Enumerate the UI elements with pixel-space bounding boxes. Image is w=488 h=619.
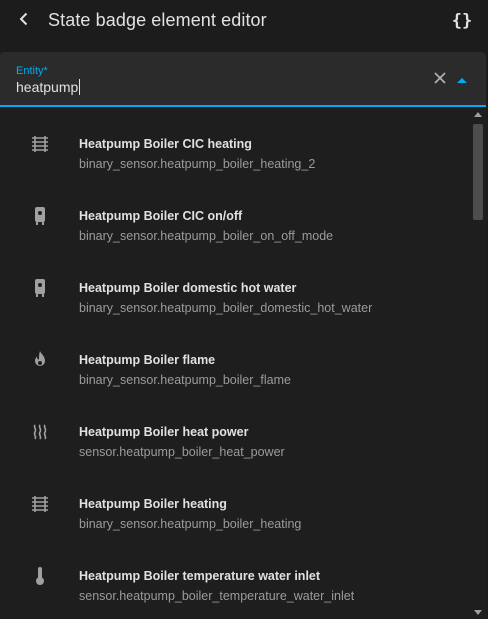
entity-name: Heatpump Boiler heating: [79, 497, 227, 511]
list-item[interactable]: Heatpump Boiler domestic hot water binar…: [0, 252, 470, 324]
clear-button[interactable]: [430, 70, 450, 90]
entity-name: Heatpump Boiler CIC heating: [79, 137, 252, 151]
dialog-header: State badge element editor {}: [0, 0, 488, 42]
entity-id: sensor.heatpump_boiler_temperature_water…: [79, 589, 355, 603]
water-boiler-icon: [28, 276, 52, 300]
entity-name: Heatpump Boiler domestic hot water: [79, 281, 297, 295]
entity-search-value: heatpump: [16, 79, 79, 95]
entity-id: binary_sensor.heatpump_boiler_heating_2: [79, 157, 316, 171]
entity-id: binary_sensor.heatpump_boiler_heating: [79, 517, 302, 531]
entity-id: binary_sensor.heatpump_boiler_flame: [79, 373, 291, 387]
field-underline: [0, 105, 486, 107]
menu-up-icon: [456, 71, 468, 89]
code-editor-button[interactable]: {}: [448, 7, 476, 35]
entity-id: sensor.heatpump_boiler_heat_power: [79, 445, 285, 459]
dialog-title: State badge element editor: [48, 10, 267, 30]
close-icon: [433, 71, 447, 90]
thermometer-icon: [28, 564, 52, 588]
entity-name: Heatpump Boiler temperature water inlet: [79, 569, 321, 583]
radiator-icon: [28, 132, 52, 156]
entity-id: binary_sensor.heatpump_boiler_on_off_mod…: [79, 229, 334, 243]
entity-name: Heatpump Boiler flame: [79, 353, 216, 367]
list-item[interactable]: Heatpump Boiler CIC on/off binary_sensor…: [0, 180, 470, 252]
entity-results-list[interactable]: Heatpump Boiler CIC heating binary_senso…: [0, 108, 470, 619]
scroll-down-arrow[interactable]: [474, 610, 482, 615]
heat-wave-icon: [28, 420, 52, 444]
list-item[interactable]: Heatpump Boiler heating binary_sensor.he…: [0, 468, 470, 540]
fire-icon: [28, 348, 52, 372]
list-item[interactable]: Heatpump Boiler heat power sensor.heatpu…: [0, 396, 470, 468]
entity-id: binary_sensor.heatpump_boiler_domestic_h…: [79, 301, 373, 315]
chevron-left-icon: [16, 11, 32, 32]
entity-search-input[interactable]: heatpump: [16, 79, 81, 95]
text-caret: [79, 79, 81, 95]
entity-name: Heatpump Boiler heat power: [79, 425, 249, 439]
scroll-up-arrow[interactable]: [474, 112, 482, 117]
back-button[interactable]: [10, 7, 38, 35]
entity-field-label: Entity*: [16, 65, 48, 77]
list-scrollbar[interactable]: [470, 108, 486, 619]
entity-name: Heatpump Boiler CIC on/off: [79, 209, 243, 223]
code-braces-icon: {}: [451, 11, 473, 31]
scrollbar-thumb[interactable]: [473, 124, 483, 220]
list-item[interactable]: Heatpump Boiler flame binary_sensor.heat…: [0, 324, 470, 396]
water-boiler-icon: [28, 204, 52, 228]
list-item[interactable]: Heatpump Boiler CIC heating binary_senso…: [0, 108, 470, 180]
list-item[interactable]: Heatpump Boiler temperature water inlet …: [0, 540, 470, 612]
radiator-icon: [28, 492, 52, 516]
dropdown-toggle-button[interactable]: [452, 70, 472, 90]
